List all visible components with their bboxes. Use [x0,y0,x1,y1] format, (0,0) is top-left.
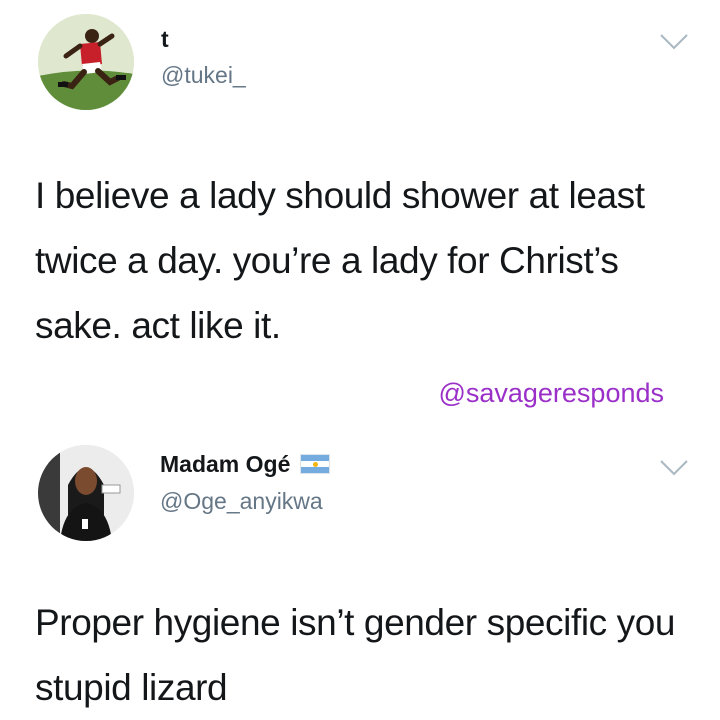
display-name[interactable]: Madam Ogé [160,451,331,478]
chevron-down-icon[interactable] [659,459,689,477]
flag-sun [313,462,319,467]
display-name[interactable]: t [161,26,169,53]
user-handle[interactable]: @tukei_ [161,62,246,89]
chevron-down-icon[interactable] [659,33,689,51]
argentina-flag-icon [300,454,331,474]
tweet-reply: Madam Ogé @Oge_anyikwa Proper hygiene is… [0,415,720,720]
tweet-original: t @tukei_ I believe a lady should shower… [0,0,720,370]
soccer-player-icon [38,14,134,110]
avatar[interactable] [38,445,134,541]
avatar[interactable] [38,14,134,110]
display-name-text[interactable]: Madam Ogé [160,451,290,477]
tweet-text: I believe a lady should shower at least … [35,175,645,346]
watermark: @savageresponds [438,378,664,408]
user-handle[interactable]: @Oge_anyikwa [160,488,323,515]
tweet-text: Proper hygiene isn’t gender specific you… [35,602,676,708]
woman-portrait-icon [38,445,134,541]
